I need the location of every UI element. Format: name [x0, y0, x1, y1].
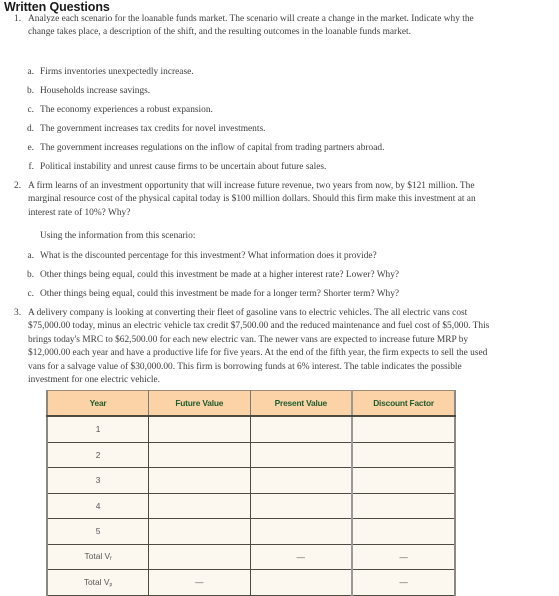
item-text: Other things being equal, could this inv… — [40, 270, 400, 280]
table-row: 3 — [46, 467, 456, 494]
total-label-text: Total V — [83, 576, 110, 587]
present-value-cell[interactable] — [249, 467, 353, 494]
question-1-text: Analyze each scenario for the loanable f… — [28, 14, 474, 38]
table-header-row: Year Future Value Present Value Discount… — [46, 390, 456, 417]
header-present-value: Present Value — [249, 390, 353, 417]
discount-factor-cell[interactable] — [351, 492, 456, 519]
present-value-cell[interactable] — [249, 492, 353, 519]
item-letter: c. — [27, 105, 34, 115]
item-text: Other things being equal, could this inv… — [40, 289, 400, 299]
table-row: 5 — [46, 518, 456, 545]
investment-table: Year Future Value Present Value Discount… — [46, 390, 456, 596]
future-value-cell[interactable] — [148, 492, 251, 519]
discount-factor-cell[interactable] — [351, 467, 456, 494]
item-text: Political instability and unrest cause f… — [40, 162, 327, 172]
present-value-cell[interactable] — [249, 441, 353, 468]
question-1-item: e. The government increases regulations o… — [22, 142, 384, 155]
table-row-total-future: Total Vf — — — [46, 543, 456, 570]
item-letter: b. — [26, 86, 34, 96]
year-cell: 4 — [46, 492, 150, 519]
item-text: The government increases regulations on … — [40, 143, 385, 153]
header-year: Year — [46, 390, 150, 417]
discount-factor-cell[interactable] — [351, 518, 456, 545]
question-1-item: d. The government increases tax credits f… — [22, 123, 265, 136]
question-2-item: b. Other things being equal, could this i… — [22, 269, 399, 282]
question-3-number: 3. — [14, 308, 22, 318]
question-1-item: b. Households increase savings. — [22, 85, 150, 98]
question-2-item: c. Other things being equal, could this i… — [22, 288, 399, 301]
present-value-cell[interactable] — [249, 518, 353, 545]
table-row: 1 — [46, 415, 456, 443]
item-text: What is the discounted percentage for th… — [40, 251, 377, 261]
total-label-subscript: f — [110, 556, 112, 563]
item-letter: b. — [26, 270, 34, 280]
total-present-label: Total Vp — [46, 569, 150, 596]
question-1-number: 1. — [14, 14, 22, 24]
item-letter: e. — [27, 143, 34, 153]
header-future-value: Future Value — [148, 390, 251, 417]
header-discount-factor: Discount Factor — [351, 390, 456, 417]
question-1-item: f. Political instability and unrest cause… — [22, 161, 327, 174]
present-value-cell[interactable] — [249, 569, 353, 596]
future-value-cell[interactable] — [148, 518, 251, 545]
year-cell: 3 — [46, 467, 150, 494]
item-text: Households increase savings. — [40, 86, 151, 96]
year-cell: 5 — [46, 518, 150, 545]
year-cell: 1 — [46, 415, 150, 443]
item-letter: a. — [27, 251, 34, 261]
item-text: The government increases tax credits for… — [40, 124, 266, 134]
discount-factor-cell: — — [351, 543, 456, 570]
item-text: The economy experiences a robust expansi… — [40, 105, 213, 115]
section-heading: Written Questions — [4, 0, 110, 14]
total-label-text: Total V — [84, 551, 111, 562]
discount-factor-cell: — — [351, 569, 456, 596]
question-2-number: 2. — [14, 181, 22, 191]
future-value-cell[interactable] — [148, 441, 251, 468]
item-text: Firms inventories unexpectedly increase. — [40, 67, 194, 77]
question-1-item: a. Firms inventories unexpectedly increas… — [22, 66, 194, 79]
discount-factor-cell[interactable] — [351, 441, 456, 468]
future-value-cell[interactable] — [148, 415, 251, 443]
year-cell: 2 — [46, 441, 150, 468]
present-value-cell: — — [249, 543, 353, 570]
item-letter: f. — [28, 162, 34, 172]
total-label-subscript: p — [109, 581, 113, 588]
table-row: 2 — [46, 441, 456, 468]
total-future-label: Total Vf — [46, 543, 150, 570]
item-letter: a. — [27, 67, 34, 77]
future-value-cell: — — [148, 569, 251, 596]
question-3-text: A delivery company is looking at convert… — [28, 308, 490, 386]
table-row: 4 — [46, 492, 456, 519]
item-letter: d. — [26, 124, 34, 134]
present-value-cell[interactable] — [249, 415, 353, 443]
table-row-total-present: Total Vp — — — [46, 569, 456, 596]
question-1-item: c. The economy experiences a robust expan… — [22, 104, 213, 117]
question-2-text: A firm learns of an investment opportuni… — [28, 181, 476, 218]
question-2-intro: Using the information from this scenario… — [40, 231, 196, 241]
future-value-cell[interactable] — [148, 467, 251, 494]
item-letter: c. — [27, 289, 34, 299]
future-value-cell[interactable] — [148, 543, 251, 570]
discount-factor-cell[interactable] — [351, 415, 456, 443]
question-2-item: a. What is the discounted percentage for … — [22, 250, 377, 263]
